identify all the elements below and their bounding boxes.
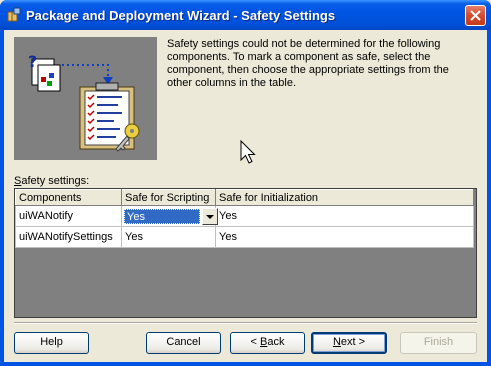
close-icon [470, 10, 481, 21]
back-button-label: ack [267, 336, 285, 348]
component-cell[interactable]: uiWANotifySettings [15, 226, 122, 248]
dropdown-arrow-button[interactable] [202, 207, 218, 225]
scripting-cell[interactable]: Yes [121, 205, 218, 227]
back-button[interactable]: < Back [230, 332, 305, 354]
dialog-client-area: ? Safety settings could not be determine… [4, 30, 487, 362]
help-button[interactable]: Help [14, 332, 89, 354]
component-cell[interactable]: uiWANotify [15, 205, 122, 227]
safety-settings-label: Safety settings: [14, 175, 89, 187]
button-divider [14, 322, 477, 324]
instructions-text: Safety settings could not be determined … [167, 38, 449, 89]
mouse-pointer-icon [240, 139, 258, 169]
package-wizard-icon [6, 7, 22, 23]
finish-button: Finish [400, 332, 477, 354]
initialization-cell[interactable]: Yes [215, 226, 474, 248]
column-header-safe-for-initialization[interactable]: Safe for Initialization [215, 189, 474, 206]
table-row[interactable]: uiWANotify Yes Yes [15, 205, 474, 227]
window-title: Package and Deployment Wizard - Safety S… [26, 8, 336, 23]
back-button-prefix: < [250, 336, 260, 348]
initialization-cell[interactable]: Yes [215, 205, 474, 227]
scripting-cell[interactable]: Yes [121, 226, 216, 248]
table-row[interactable]: uiWANotifySettings Yes Yes [15, 226, 474, 248]
title-bar[interactable]: Package and Deployment Wizard - Safety S… [0, 0, 491, 30]
scripting-dropdown-value[interactable]: Yes [124, 208, 200, 224]
grid-header-row: Components Safe for Scripting Safe for I… [15, 189, 474, 206]
safety-settings-grid[interactable]: Components Safe for Scripting Safe for I… [14, 188, 477, 318]
chevron-down-icon [206, 214, 214, 219]
next-button-label: ext > [340, 336, 366, 348]
close-button[interactable] [465, 5, 486, 26]
safety-settings-label-text: afety settings: [21, 175, 90, 187]
next-button[interactable]: Next > [311, 332, 387, 354]
column-header-safe-for-scripting[interactable]: Safe for Scripting [121, 189, 216, 206]
safety-settings-illustration: ? [14, 37, 157, 160]
column-header-components[interactable]: Components [15, 189, 122, 206]
svg-text:?: ? [28, 52, 37, 71]
next-button-accelerator: N [332, 336, 341, 348]
scripting-dropdown[interactable]: Yes [124, 207, 218, 225]
wizard-window: Package and Deployment Wizard - Safety S… [0, 0, 491, 366]
cancel-button[interactable]: Cancel [146, 332, 221, 354]
